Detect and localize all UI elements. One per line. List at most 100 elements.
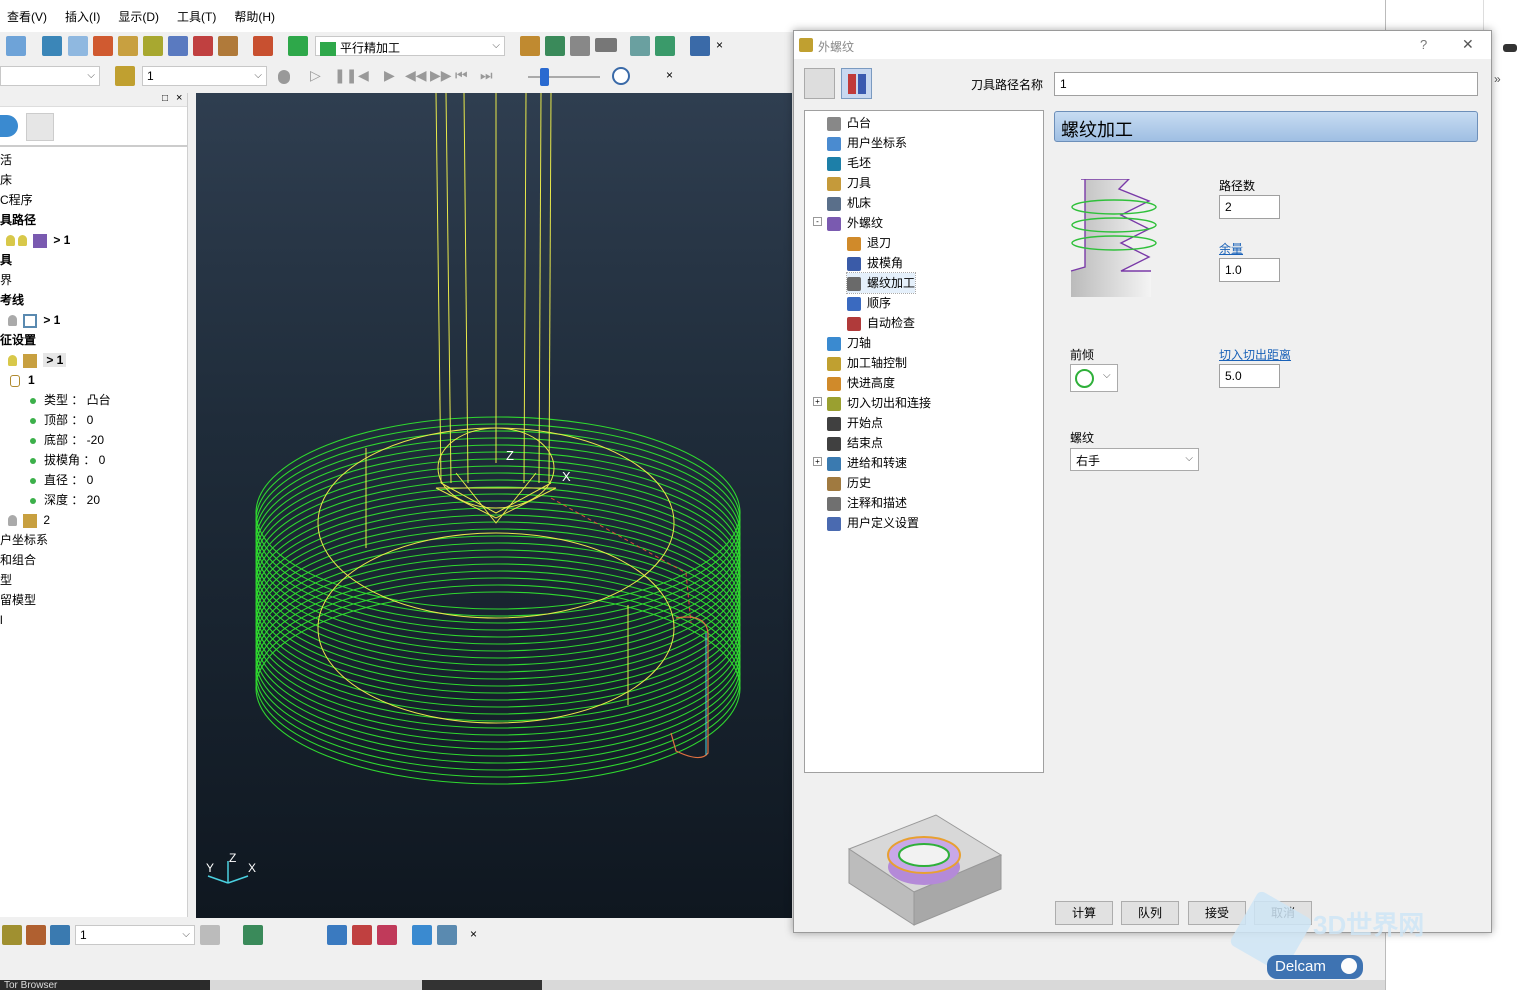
measure-icon[interactable] bbox=[595, 38, 617, 52]
float-icon[interactable]: □ bbox=[162, 93, 168, 104]
strategy-icon[interactable] bbox=[288, 36, 308, 56]
tree-item-toolpaths[interactable]: 具路径 bbox=[0, 210, 36, 230]
thread-hand-select[interactable]: 右手 ⌵ bbox=[1070, 448, 1199, 471]
strategy-view-icon[interactable] bbox=[841, 68, 872, 99]
pencil-icon[interactable] bbox=[412, 925, 432, 945]
fast-forward-icon[interactable]: ▶▶ bbox=[430, 67, 452, 84]
align-icon[interactable] bbox=[377, 925, 397, 945]
options-tree-item[interactable]: 结束点 bbox=[827, 433, 883, 453]
tree-item-tools[interactable]: 具 bbox=[0, 250, 12, 270]
tree-item-machine[interactable]: 床 bbox=[0, 170, 12, 190]
close-icon[interactable]: × bbox=[176, 92, 182, 104]
bulb-icon[interactable] bbox=[6, 235, 15, 247]
options-tree-item[interactable]: 毛坯 bbox=[827, 153, 871, 173]
globe-icon[interactable] bbox=[0, 115, 18, 137]
step-back-icon[interactable]: ◀ bbox=[358, 67, 369, 84]
options-tree-item[interactable]: 顺序 bbox=[847, 293, 891, 313]
tree-item-groups[interactable]: l bbox=[0, 610, 3, 630]
feature-view-icon[interactable] bbox=[804, 68, 835, 99]
tool-icon[interactable] bbox=[93, 36, 113, 56]
options-tree-item[interactable]: 螺纹加工 bbox=[845, 272, 917, 294]
tree-item-patterns[interactable]: 考线 bbox=[0, 290, 24, 310]
curve-icon[interactable] bbox=[437, 925, 457, 945]
taskbar-item[interactable]: Tor Browser bbox=[4, 981, 57, 990]
calculate-button[interactable]: 计算 bbox=[1055, 901, 1113, 925]
simulation-icon[interactable] bbox=[115, 66, 135, 86]
rake-select[interactable]: ⌵ bbox=[1070, 364, 1118, 392]
options-tree-item[interactable]: 凸台 bbox=[827, 113, 871, 133]
open-icon[interactable] bbox=[6, 36, 26, 56]
tree-item-feature-set-1[interactable]: > 1 bbox=[8, 350, 67, 370]
step-forward-icon[interactable]: ▶ bbox=[384, 67, 395, 84]
expand-icon[interactable]: » bbox=[1494, 72, 1501, 86]
holder-icon[interactable] bbox=[118, 36, 138, 56]
close-toolbar-icon[interactable]: × bbox=[666, 68, 673, 82]
tree-item-models[interactable]: 型 bbox=[0, 570, 12, 590]
lead-distance-input[interactable]: 5.0 bbox=[1219, 364, 1280, 388]
options-tree-item[interactable]: 加工轴控制 bbox=[827, 353, 907, 373]
lead-distance-link[interactable]: 切入切出距离 bbox=[1219, 346, 1291, 363]
bulb-icon[interactable] bbox=[18, 235, 27, 247]
hammer-icon[interactable] bbox=[243, 925, 263, 945]
calc-icon[interactable] bbox=[520, 36, 540, 56]
tree-item-stock-models[interactable]: 留模型 bbox=[0, 590, 36, 610]
toolpath-select[interactable]: 1 ⌵ bbox=[142, 66, 267, 86]
toolpath-icon[interactable] bbox=[68, 36, 88, 56]
options-tree-item[interactable]: 外螺纹 bbox=[827, 213, 883, 233]
edit-tool-icon[interactable] bbox=[630, 36, 650, 56]
verify-icon[interactable] bbox=[545, 36, 565, 56]
tree-item-levels[interactable]: 和组合 bbox=[0, 550, 36, 570]
workplane-icon[interactable] bbox=[327, 925, 347, 945]
tree-item-feature-sets[interactable]: 征设置 bbox=[0, 330, 36, 350]
ncprog-icon[interactable] bbox=[253, 36, 273, 56]
view-icon[interactable] bbox=[690, 36, 710, 56]
recycle-bin-icon[interactable] bbox=[26, 113, 54, 141]
strategy-select[interactable]: 平行精加工 ⌵ bbox=[315, 36, 505, 56]
reorder-icon[interactable] bbox=[655, 36, 675, 56]
options-tree-item[interactable]: 刀具 bbox=[827, 173, 871, 193]
block-icon[interactable] bbox=[42, 36, 62, 56]
feeds-icon[interactable] bbox=[218, 36, 238, 56]
tree-item-toolpath-1[interactable]: > 1 bbox=[6, 230, 70, 250]
stock-model-view-icon[interactable] bbox=[50, 925, 70, 945]
tree-item-feature-1[interactable]: 1 bbox=[10, 370, 35, 390]
options-tree-item[interactable]: 历史 bbox=[827, 473, 871, 493]
bulb-icon[interactable] bbox=[8, 355, 17, 367]
options-tree-item[interactable]: 开始点 bbox=[827, 413, 883, 433]
tree-item-nc-programs[interactable]: C程序 bbox=[0, 190, 33, 210]
help-button[interactable]: ? bbox=[1420, 37, 1427, 52]
menu-tools[interactable]: 工具(T) bbox=[170, 8, 223, 25]
tree-item-feature-set-2[interactable]: 2 bbox=[8, 510, 50, 530]
points-icon[interactable] bbox=[193, 36, 213, 56]
speed-slider-track[interactable] bbox=[528, 76, 600, 78]
move-icon[interactable] bbox=[352, 925, 372, 945]
collapse-icon[interactable]: - bbox=[813, 217, 822, 226]
play-icon[interactable]: ▷ bbox=[310, 67, 321, 84]
tree-item-boundaries[interactable]: 界 bbox=[0, 270, 12, 290]
cutter-icon[interactable] bbox=[143, 36, 163, 56]
bulb-icon[interactable] bbox=[278, 70, 290, 84]
options-tree-item[interactable]: 快进高度 bbox=[827, 373, 895, 393]
options-tree-item[interactable]: 自动检查 bbox=[847, 313, 915, 333]
tree-item-active[interactable]: 活 bbox=[0, 150, 12, 170]
pause-icon[interactable]: ❚❚ bbox=[334, 67, 357, 84]
expand-icon[interactable]: + bbox=[813, 397, 822, 406]
options-tree-item[interactable]: 拔模角 bbox=[847, 253, 903, 273]
graphics-viewport[interactable]: Z X Z X Y bbox=[196, 93, 792, 918]
options-tree-item[interactable]: 切入切出和连接 bbox=[827, 393, 931, 413]
allowance-link[interactable]: 余量 bbox=[1219, 240, 1243, 257]
close-toolbar-icon[interactable]: × bbox=[716, 38, 723, 52]
options-tree-item[interactable]: 注释和描述 bbox=[827, 493, 907, 513]
stock-icon[interactable] bbox=[2, 925, 22, 945]
layers-icon[interactable] bbox=[200, 925, 220, 945]
speed-slider-thumb[interactable] bbox=[540, 68, 549, 86]
path-name-input[interactable]: 1 bbox=[1054, 72, 1478, 96]
options-tree-item[interactable]: 退刀 bbox=[847, 233, 891, 253]
leads-icon[interactable] bbox=[168, 36, 188, 56]
bulb-icon[interactable] bbox=[8, 515, 17, 527]
queue-button[interactable]: 队列 bbox=[1121, 901, 1179, 925]
options-tree-item[interactable]: 进给和转速 bbox=[827, 453, 907, 473]
menu-view[interactable]: 查看(V) bbox=[0, 8, 54, 25]
allowance-input[interactable]: 1.0 bbox=[1219, 258, 1280, 282]
skip-end-icon[interactable]: ⏭ bbox=[480, 67, 493, 84]
